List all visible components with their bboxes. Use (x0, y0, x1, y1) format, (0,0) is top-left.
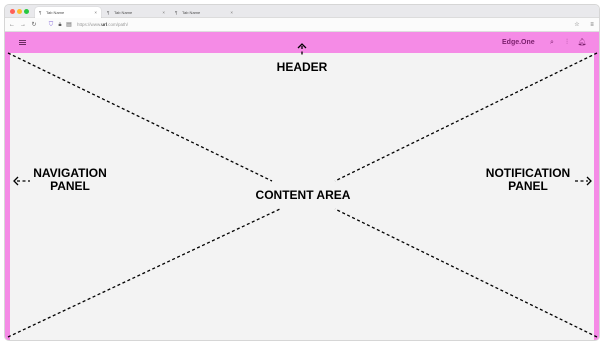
header-annotation: HEADER (276, 60, 328, 74)
diagonal-line-top-right (334, 52, 598, 182)
notification-annotation-line-2: PANEL (508, 179, 548, 193)
diagonal-line-bottom-left (7, 208, 281, 338)
diagonal-line-bottom-right (334, 208, 598, 338)
content-area-annotation: CONTENT AREA (255, 188, 351, 202)
diagonal-line-top-left (7, 52, 273, 182)
navigation-annotation: NAVIGATION PANEL (20, 167, 120, 193)
navigation-annotation-line-2: PANEL (50, 179, 90, 193)
notification-annotation: NOTIFICATION PANEL (473, 167, 583, 193)
